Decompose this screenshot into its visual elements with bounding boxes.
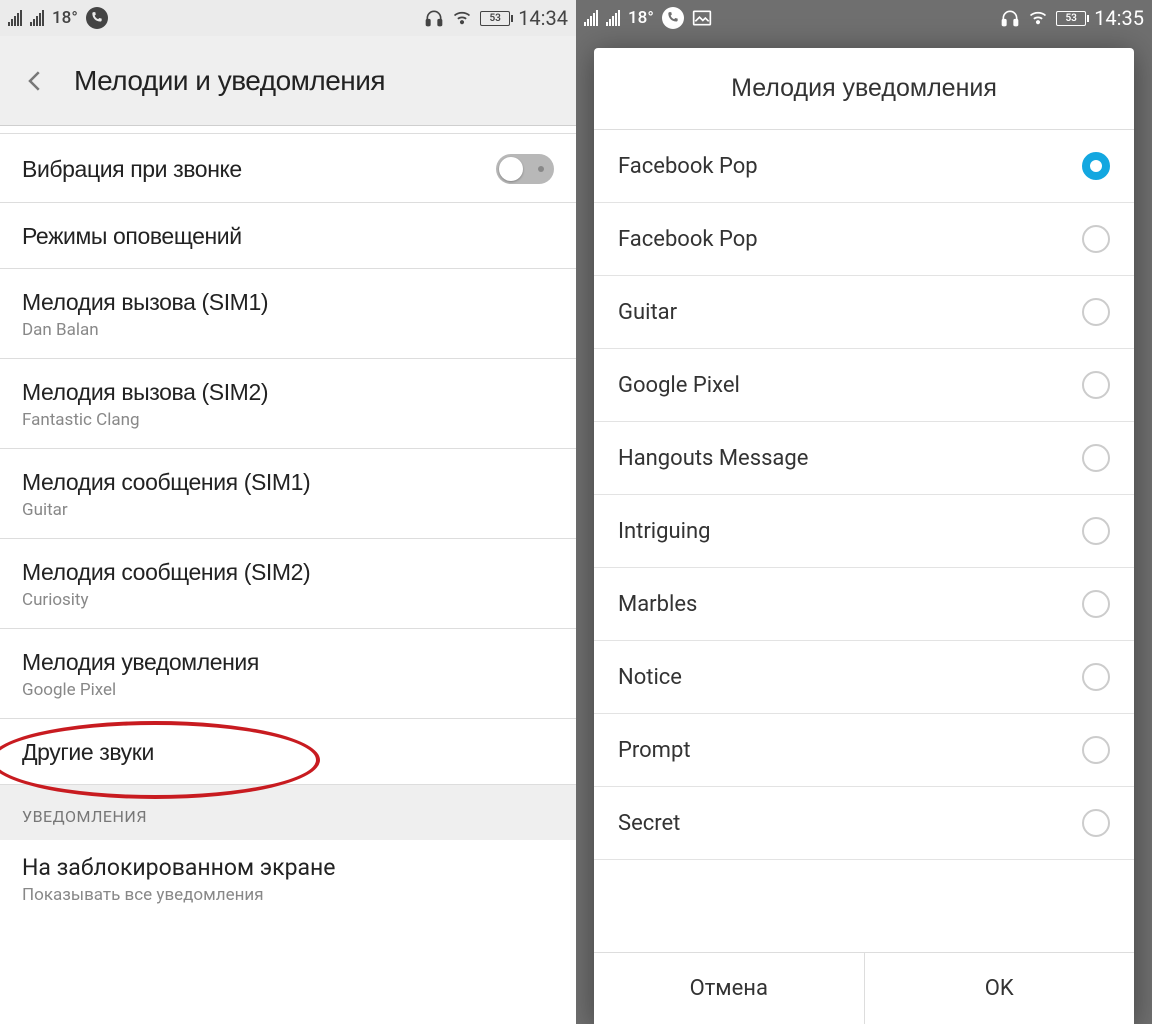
radio-icon[interactable]: [1082, 371, 1110, 399]
ringtone-option[interactable]: Secret: [594, 787, 1134, 860]
signal-icon: [584, 10, 598, 26]
option-label: Prompt: [618, 738, 691, 763]
row-vibrate[interactable]: Вибрация при звонке: [0, 134, 576, 203]
viber-icon: [86, 7, 108, 29]
wifi-icon: [452, 8, 472, 28]
row-sub: Curiosity: [22, 590, 554, 610]
battery-icon: 53: [480, 11, 510, 26]
cancel-button[interactable]: Отмена: [594, 953, 865, 1024]
row-sub: Google Pixel: [22, 680, 554, 700]
option-label: Guitar: [618, 300, 677, 325]
row-title: Другие звуки: [22, 739, 554, 766]
row-title: Мелодия сообщения (SIM2): [22, 559, 554, 586]
option-label: Hangouts Message: [618, 446, 808, 471]
header: Мелодии и уведомления: [0, 36, 576, 126]
option-label: Intriguing: [618, 519, 710, 544]
status-bar: 18° 53 14:35: [576, 0, 1152, 36]
temperature: 18°: [628, 8, 654, 28]
status-bar: 18° 53 14:34: [0, 0, 576, 36]
row-sub: Guitar: [22, 500, 554, 520]
toggle-vibrate[interactable]: [496, 154, 554, 184]
ringtone-option[interactable]: Prompt: [594, 714, 1134, 787]
radio-icon[interactable]: [1082, 590, 1110, 618]
radio-icon[interactable]: [1082, 225, 1110, 253]
radio-icon[interactable]: [1082, 444, 1110, 472]
ringtone-option[interactable]: Hangouts Message: [594, 422, 1134, 495]
temperature: 18°: [52, 8, 78, 28]
signal-icon-2: [30, 10, 44, 26]
radio-icon[interactable]: [1082, 152, 1110, 180]
row-modes[interactable]: Режимы оповещений: [0, 203, 576, 269]
row-sub: Показывать все уведомления: [22, 885, 554, 905]
ringtone-option[interactable]: Facebook Pop: [594, 203, 1134, 276]
radio-icon[interactable]: [1082, 663, 1110, 691]
dialog-list: Facebook Pop Facebook Pop Guitar Google Pix…: [594, 130, 1134, 952]
section-header: УВЕДОМЛЕНИЯ: [0, 785, 576, 840]
option-label: Secret: [618, 811, 680, 836]
back-button[interactable]: [20, 66, 50, 96]
row-title: Мелодия вызова (SIM2): [22, 379, 554, 406]
radio-icon[interactable]: [1082, 809, 1110, 837]
row-other-sounds[interactable]: Другие звуки: [0, 719, 576, 785]
screen-settings: 18° 53 14:34 Мелодии и уведомления Вибра…: [0, 0, 576, 1024]
headphones-icon: [424, 8, 444, 28]
wifi-icon: [1028, 8, 1048, 28]
option-label: Notice: [618, 665, 682, 690]
settings-list: Вибрация при звонке Режимы оповещений Ме…: [0, 126, 576, 905]
battery-level: 53: [489, 13, 500, 24]
row-ringtone-sim2[interactable]: Мелодия вызова (SIM2) Fantastic Clang: [0, 359, 576, 449]
headphones-icon: [1000, 8, 1020, 28]
dialog-buttons: Отмена OK: [594, 952, 1134, 1024]
clock: 14:34: [518, 6, 568, 30]
viber-icon: [662, 7, 684, 29]
row-title: Вибрация при звонке: [22, 156, 496, 183]
screen-dialog: 18° 53 14:35 Мелодия уведомления Faceboo…: [576, 0, 1152, 1024]
option-label: Facebook Pop: [618, 154, 758, 179]
clock: 14:35: [1094, 6, 1144, 30]
row-message-sim2[interactable]: Мелодия сообщения (SIM2) Curiosity: [0, 539, 576, 629]
ringtone-option[interactable]: Notice: [594, 641, 1134, 714]
row-lockscreen[interactable]: На заблокированном экране Показывать все…: [0, 840, 576, 905]
radio-icon[interactable]: [1082, 298, 1110, 326]
ringtone-option[interactable]: Facebook Pop: [594, 130, 1134, 203]
row-title: На заблокированном экране: [22, 854, 554, 881]
row-title: Мелодия уведомления: [22, 649, 554, 676]
ringtone-option[interactable]: Intriguing: [594, 495, 1134, 568]
dialog-title: Мелодия уведомления: [594, 48, 1134, 130]
signal-icon: [8, 10, 22, 26]
row-sub: Fantastic Clang: [22, 410, 554, 430]
ringtone-option[interactable]: Marbles: [594, 568, 1134, 641]
row-title: Мелодия сообщения (SIM1): [22, 469, 554, 496]
row-sub: Dan Balan: [22, 320, 554, 340]
radio-icon[interactable]: [1082, 517, 1110, 545]
ringtone-option[interactable]: Guitar: [594, 276, 1134, 349]
battery-icon: 53: [1056, 11, 1086, 26]
radio-icon[interactable]: [1082, 736, 1110, 764]
row-message-sim1[interactable]: Мелодия сообщения (SIM1) Guitar: [0, 449, 576, 539]
row-title: Режимы оповещений: [22, 223, 554, 250]
row-ringtone-sim1[interactable]: Мелодия вызова (SIM1) Dan Balan: [0, 269, 576, 359]
ringtone-dialog: Мелодия уведомления Facebook PopFacebook…: [594, 48, 1134, 1024]
row-notification-sound[interactable]: Мелодия уведомления Google Pixel: [0, 629, 576, 719]
ringtone-option[interactable]: Google Pixel: [594, 349, 1134, 422]
option-label: Marbles: [618, 592, 697, 617]
row-title: Мелодия вызова (SIM1): [22, 289, 554, 316]
option-label: Google Pixel: [618, 373, 740, 398]
signal-icon-2: [606, 10, 620, 26]
page-title: Мелодии и уведомления: [74, 65, 385, 97]
option-label: Facebook Pop: [618, 227, 758, 252]
battery-level: 53: [1065, 13, 1076, 24]
gallery-icon: [692, 9, 712, 27]
ok-button[interactable]: OK: [865, 953, 1135, 1024]
